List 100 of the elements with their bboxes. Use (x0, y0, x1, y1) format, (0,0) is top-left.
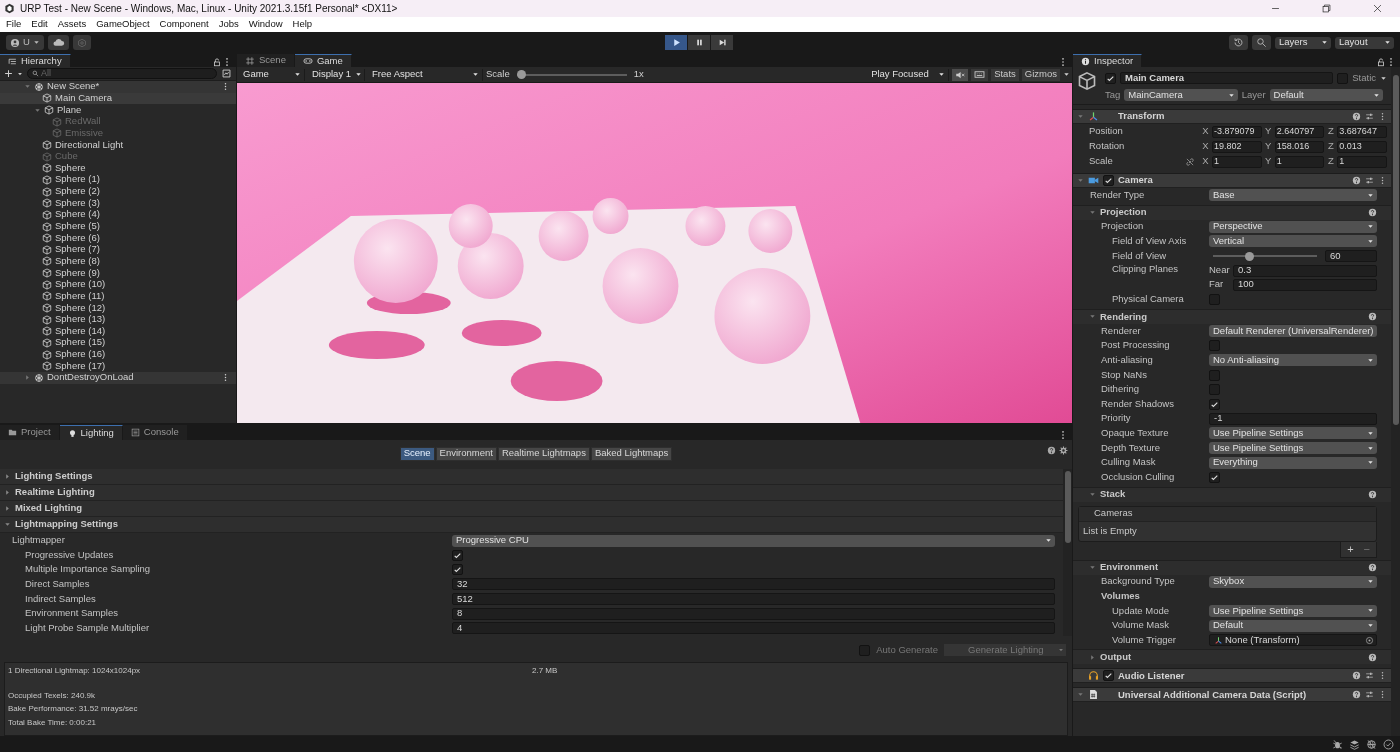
input-field[interactable]: -3.879079 (1212, 125, 1262, 138)
checkbox[interactable] (1209, 398, 1220, 410)
dropdown[interactable]: Default (1209, 619, 1377, 632)
input-field[interactable]: 32 (452, 578, 1055, 591)
checkbox[interactable] (452, 549, 463, 561)
dropdown[interactable]: Perspective (1209, 220, 1377, 233)
expand-arrow-icon[interactable] (4, 473, 11, 481)
input-field[interactable]: 0.3 (1233, 264, 1377, 277)
help-icon[interactable] (1368, 208, 1377, 218)
expand-arrow-icon[interactable] (4, 521, 11, 529)
dropdown[interactable]: Base (1209, 189, 1377, 202)
inspector-tab[interactable]: Inspector (1073, 54, 1143, 67)
scale-slider[interactable] (516, 70, 627, 79)
input-field[interactable]: 2.640797 (1274, 125, 1325, 138)
scene-row[interactable]: DontDestroyOnLoad (0, 372, 236, 384)
check-icon[interactable] (1383, 738, 1394, 750)
hierarchy-item[interactable]: Sphere (1) (0, 174, 236, 186)
presets-icon[interactable] (1365, 176, 1374, 185)
name-field[interactable]: Main Camera (1120, 72, 1334, 84)
presets-icon[interactable] (1365, 112, 1374, 121)
layout-dropdown[interactable]: Layout (1335, 36, 1394, 49)
lock-icon[interactable] (212, 57, 222, 67)
help-icon[interactable] (1352, 176, 1361, 185)
layers-dropdown[interactable]: Layers (1275, 36, 1331, 49)
input-field[interactable]: 512 (452, 593, 1055, 606)
hierarchy-item[interactable]: Sphere (8) (0, 255, 236, 268)
input-field[interactable]: 3.687647 (1337, 125, 1387, 138)
input-field[interactable]: 0.013 (1337, 140, 1387, 153)
hierarchy-item[interactable]: Sphere (2) (0, 185, 236, 198)
menu-item[interactable]: File (1, 19, 27, 30)
expand-arrow-icon[interactable] (4, 505, 11, 513)
checkbox[interactable] (1209, 471, 1220, 483)
panel-tab[interactable]: Console (122, 425, 188, 440)
add-icon[interactable] (4, 69, 13, 78)
menu-item[interactable]: Help (287, 19, 318, 30)
expand-arrow-icon[interactable] (4, 489, 11, 497)
close-icon[interactable] (1371, 3, 1383, 14)
layer-dropdown[interactable]: Default (1269, 89, 1383, 101)
dropdown[interactable]: Use Pipeline Settings (1209, 442, 1377, 454)
presets-icon[interactable] (1365, 671, 1374, 681)
input-field[interactable]: 158.016 (1274, 140, 1325, 153)
expand-arrow-icon[interactable] (1089, 653, 1096, 661)
help-icon[interactable] (1047, 446, 1056, 455)
hierarchy-item[interactable]: Sphere (15) (0, 337, 236, 349)
play-button[interactable] (665, 35, 687, 50)
view-tab[interactable]: Environment (435, 446, 497, 461)
add-button[interactable]: + (1347, 542, 1354, 556)
checkbox[interactable] (452, 564, 463, 576)
layers-icon[interactable] (1349, 738, 1360, 750)
menu-item[interactable]: Edit (26, 19, 53, 30)
hierarchy-item[interactable]: Sphere (12) (0, 302, 236, 314)
hierarchy-item[interactable]: Sphere (9) (0, 267, 236, 279)
view-tab[interactable]: Baked Lightmaps (590, 446, 673, 461)
settings-icon[interactable] (1059, 446, 1068, 455)
step-button[interactable] (711, 35, 733, 50)
help-icon[interactable] (1352, 112, 1361, 121)
maximize-icon[interactable] (1320, 3, 1332, 14)
hierarchy-item[interactable]: Sphere (4) (0, 209, 236, 221)
menu-item[interactable]: Assets (52, 19, 92, 30)
expand-arrow-icon[interactable] (34, 106, 41, 114)
keyboard-button[interactable] (971, 68, 989, 81)
dropdown[interactable]: Default Renderer (UniversalRenderer) (1209, 325, 1377, 338)
caret-icon[interactable] (17, 70, 23, 77)
cloud-icon[interactable] (51, 36, 65, 49)
hierarchy-item[interactable]: Sphere (16) (0, 348, 236, 361)
active-checkbox[interactable] (1105, 72, 1116, 84)
view-tab[interactable]: Scene (399, 446, 435, 461)
presets-icon[interactable] (1365, 690, 1374, 700)
dropdown[interactable]: Vertical (1209, 235, 1377, 248)
help-icon[interactable] (1352, 690, 1361, 700)
caret-icon[interactable] (1380, 74, 1387, 82)
dropdown[interactable]: Use Pipeline Settings (1209, 605, 1377, 617)
help-icon[interactable] (1368, 652, 1377, 662)
tag-dropdown[interactable]: MainCamera (1124, 89, 1238, 101)
help-icon[interactable] (1368, 490, 1377, 499)
menu-item[interactable]: GameObject (91, 19, 155, 30)
hierarchy-item[interactable]: Sphere (17) (0, 360, 236, 372)
menu-item[interactable]: Window (243, 19, 288, 30)
input-field[interactable]: 1 (1212, 155, 1262, 168)
picker-icon[interactable] (1365, 635, 1374, 645)
mute-button[interactable] (952, 68, 969, 81)
input-field[interactable]: 1 (1337, 155, 1387, 168)
panel-tab[interactable]: Project (0, 425, 60, 440)
hierarchy-item[interactable]: Sphere (14) (0, 325, 236, 338)
help-icon[interactable] (1352, 671, 1361, 681)
slider-thumb[interactable] (1245, 251, 1255, 261)
dropdown[interactable]: No Anti-aliasing (1209, 354, 1377, 367)
lock-icon[interactable] (1376, 57, 1386, 67)
hierarchy-item[interactable]: Plane (0, 104, 236, 116)
hierarchy-item[interactable]: Sphere (6) (0, 232, 236, 244)
view-tab[interactable]: Realtime Lightmaps (497, 446, 590, 461)
hierarchy-item[interactable]: Sphere (11) (0, 290, 236, 303)
hierarchy-item[interactable]: Sphere (7) (0, 243, 236, 256)
account-dropdown[interactable]: U (6, 35, 44, 50)
bug-icon[interactable] (1332, 738, 1343, 750)
input-field[interactable]: 19.802 (1212, 140, 1262, 153)
menu-item[interactable]: Jobs (213, 19, 244, 30)
hierarchy-item[interactable]: Sphere (0, 162, 236, 175)
menu-item[interactable]: Component (154, 19, 214, 30)
help-icon[interactable] (1368, 312, 1377, 322)
